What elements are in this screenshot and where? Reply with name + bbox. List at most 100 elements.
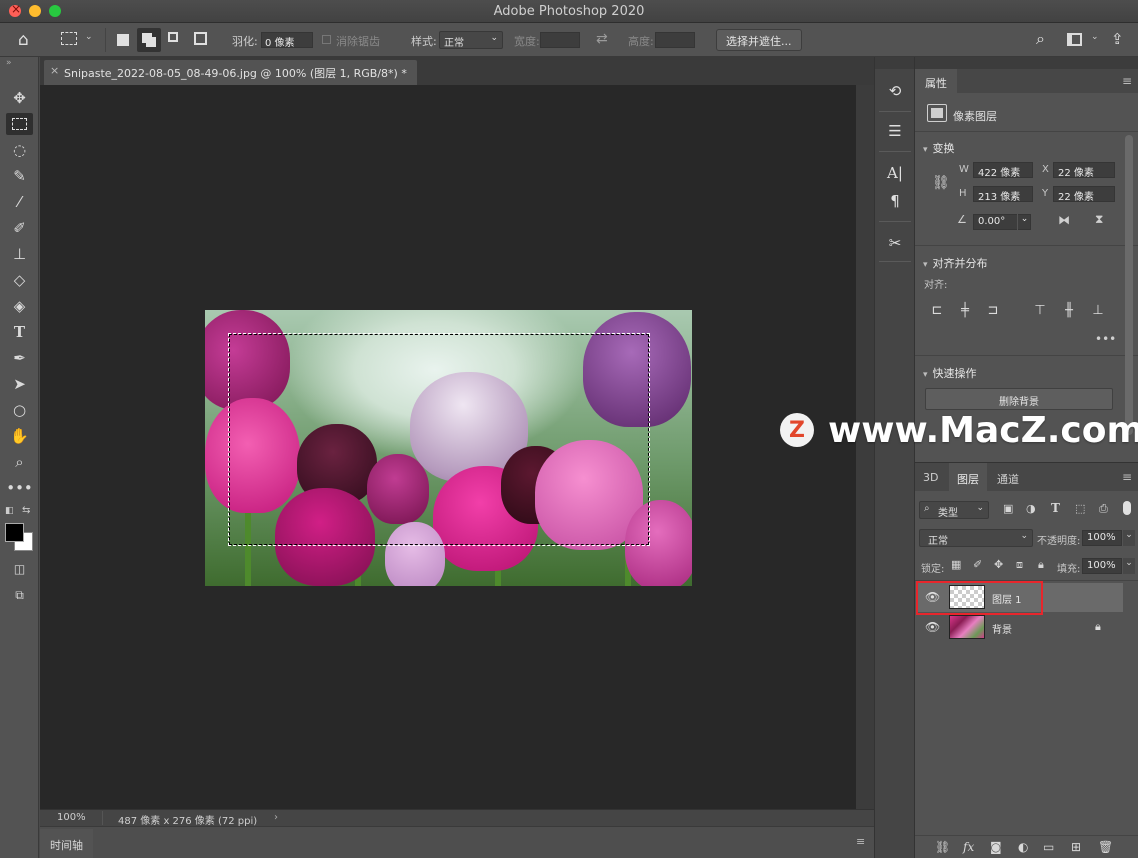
width-input[interactable]	[540, 32, 580, 48]
brush-tool-icon[interactable]: ✐	[6, 217, 33, 239]
properties-scrollbar[interactable]	[1125, 135, 1133, 435]
flip-vertical-icon[interactable]: ⧗	[1095, 212, 1103, 227]
height-field[interactable]: 213 像素	[973, 186, 1033, 203]
quick-selection-tool-icon[interactable]: ✎	[6, 165, 33, 187]
visibility-eye-icon[interactable]: 👁︎	[925, 620, 940, 634]
new-selection-icon[interactable]	[117, 34, 129, 46]
align-left-icon[interactable]: ⊏	[929, 303, 945, 319]
lock-image-icon[interactable]: ✐	[973, 558, 982, 571]
filter-toggle[interactable]	[1123, 501, 1131, 515]
subtract-selection-icon[interactable]	[168, 32, 178, 42]
filter-pixel-icon[interactable]: ▣	[1003, 502, 1013, 515]
flip-horizontal-icon[interactable]: ⧓	[1058, 213, 1070, 227]
eyedropper-tool-icon[interactable]: ⁄	[6, 191, 33, 213]
paint-bucket-tool-icon[interactable]: ◈	[6, 295, 33, 317]
adjustment-layer-icon[interactable]: ◐	[1018, 840, 1028, 854]
new-group-icon[interactable]: ▭	[1043, 840, 1054, 854]
opacity-field[interactable]: 100%	[1082, 530, 1122, 546]
zoom-tool-icon[interactable]: ⌕	[6, 451, 33, 473]
path-selection-tool-icon[interactable]: ➤	[6, 373, 33, 395]
angle-field[interactable]: 0.00° ⌄	[973, 214, 1031, 230]
ellipse-tool-icon[interactable]: ○	[6, 399, 33, 421]
search-icon[interactable]: ⌕	[1036, 29, 1045, 49]
collapse-strip[interactable]	[875, 57, 915, 69]
document-tab[interactable]: × Snipaste_2022-08-05_08-49-06.jpg @ 100…	[44, 60, 417, 85]
chevron-right-icon[interactable]: ›	[274, 812, 278, 823]
selection-marquee[interactable]	[228, 333, 650, 546]
remove-background-button[interactable]: 删除背景	[925, 388, 1113, 410]
tab-layers[interactable]: 图层	[949, 463, 987, 491]
collapse-strip[interactable]	[915, 57, 1138, 69]
rectangular-marquee-tool-icon[interactable]	[6, 113, 33, 135]
swap-colors-icon[interactable]: ⇆	[22, 505, 30, 516]
eraser-tool-icon[interactable]: ◇	[6, 269, 33, 291]
align-right-icon[interactable]: ⊐	[985, 303, 1001, 319]
foreground-color-swatch[interactable]	[5, 523, 24, 542]
antialias-checkbox[interactable]	[322, 35, 331, 44]
x-field[interactable]: 22 像素	[1053, 162, 1115, 179]
height-input[interactable]	[655, 32, 695, 48]
more-options-icon[interactable]: •••	[1095, 332, 1116, 346]
layer-name[interactable]: 背景	[992, 621, 1012, 636]
add-selection-button[interactable]	[137, 28, 161, 52]
tab-channels[interactable]: 通道	[989, 463, 1027, 491]
screen-mode-icon[interactable]: ⧉	[6, 584, 33, 606]
lock-transparent-icon[interactable]: ▦	[951, 558, 961, 571]
hand-tool-icon[interactable]: ✋	[6, 425, 33, 447]
trash-icon[interactable]: 🗑︎	[1098, 840, 1113, 854]
align-center-horizontal-icon[interactable]: ╪	[957, 303, 973, 319]
panel-menu-icon[interactable]: ≡	[1122, 74, 1132, 88]
close-tab-icon[interactable]: ×	[50, 64, 59, 77]
chevron-down-icon[interactable]: ⌄	[1123, 558, 1135, 574]
chevron-down-icon[interactable]: ⌄	[1091, 32, 1099, 42]
swap-icon[interactable]: ⇄	[596, 31, 608, 47]
lasso-tool-icon[interactable]: ◌	[6, 139, 33, 161]
align-bottom-icon[interactable]: ⊥	[1090, 303, 1106, 319]
lock-artboard-icon[interactable]: ⧈	[1016, 558, 1023, 572]
align-center-vertical-icon[interactable]: ╫	[1061, 303, 1077, 319]
lock-position-icon[interactable]: ✥	[994, 558, 1003, 571]
fill-field[interactable]: 100%	[1082, 558, 1122, 574]
home-icon[interactable]: ⌂	[18, 30, 29, 50]
share-icon[interactable]: ⇪	[1111, 30, 1124, 48]
filter-shape-icon[interactable]: ⬚	[1075, 502, 1085, 515]
link-icon[interactable]: ⛓	[932, 175, 950, 191]
move-tool-icon[interactable]: ✥	[6, 87, 33, 109]
panel-menu-icon[interactable]: ≡	[856, 835, 865, 848]
history-icon[interactable]: ⟲	[883, 79, 907, 103]
panel-menu-icon[interactable]: ≡	[1122, 470, 1132, 484]
intersect-selection-icon[interactable]	[194, 32, 207, 45]
tab-3d[interactable]: 3D	[915, 463, 946, 491]
paragraph-icon[interactable]: ¶	[883, 189, 907, 213]
layer-filter-select[interactable]: ⌕ 类型 ⌄	[919, 501, 989, 519]
align-section-header[interactable]: ▾ 对齐并分布	[923, 255, 988, 271]
transform-section-header[interactable]: ▾ 变换	[923, 140, 955, 156]
fx-icon[interactable]: fx	[963, 840, 974, 854]
quick-actions-section-header[interactable]: ▾ 快速操作	[923, 365, 977, 381]
quick-mask-icon[interactable]: ◫	[6, 558, 33, 580]
y-field[interactable]: 22 像素	[1053, 186, 1115, 203]
chevron-down-icon[interactable]: ⌄	[85, 32, 93, 42]
lock-all-icon[interactable]: 🔒︎	[1038, 558, 1044, 572]
filter-adjustment-icon[interactable]: ◑	[1026, 502, 1036, 515]
filter-type-icon[interactable]: T	[1051, 501, 1060, 515]
clone-source-icon[interactable]: ☰	[883, 119, 907, 143]
chevron-down-icon[interactable]: ⌄	[1123, 530, 1135, 546]
blend-mode-select[interactable]: 正常 ⌄	[919, 529, 1033, 547]
new-layer-icon[interactable]: ⊞	[1071, 840, 1081, 854]
select-and-mask-button[interactable]: 选择并遮住...	[716, 29, 802, 51]
filter-smart-object-icon[interactable]: ⎙	[1099, 502, 1108, 516]
pen-tool-icon[interactable]: ✒	[6, 347, 33, 369]
layer-row[interactable]: 👁︎ 背景 🔒︎	[918, 613, 1123, 642]
tool-presets-icon[interactable]: ✂	[883, 231, 907, 255]
collapse-icon[interactable]: »	[6, 58, 12, 68]
timeline-tab[interactable]: 时间轴	[40, 829, 93, 858]
align-top-icon[interactable]: ⊤	[1032, 303, 1048, 319]
marquee-preset-icon[interactable]	[61, 32, 77, 45]
type-tool-icon[interactable]: T	[6, 321, 33, 343]
feather-input[interactable]: 0 像素	[261, 32, 313, 49]
more-tools-icon[interactable]: •••	[6, 477, 33, 499]
style-select[interactable]: 正常 ⌄	[439, 31, 503, 49]
default-colors-icon[interactable]: ◧	[5, 506, 14, 516]
zoom-level[interactable]: 100%	[57, 812, 86, 823]
